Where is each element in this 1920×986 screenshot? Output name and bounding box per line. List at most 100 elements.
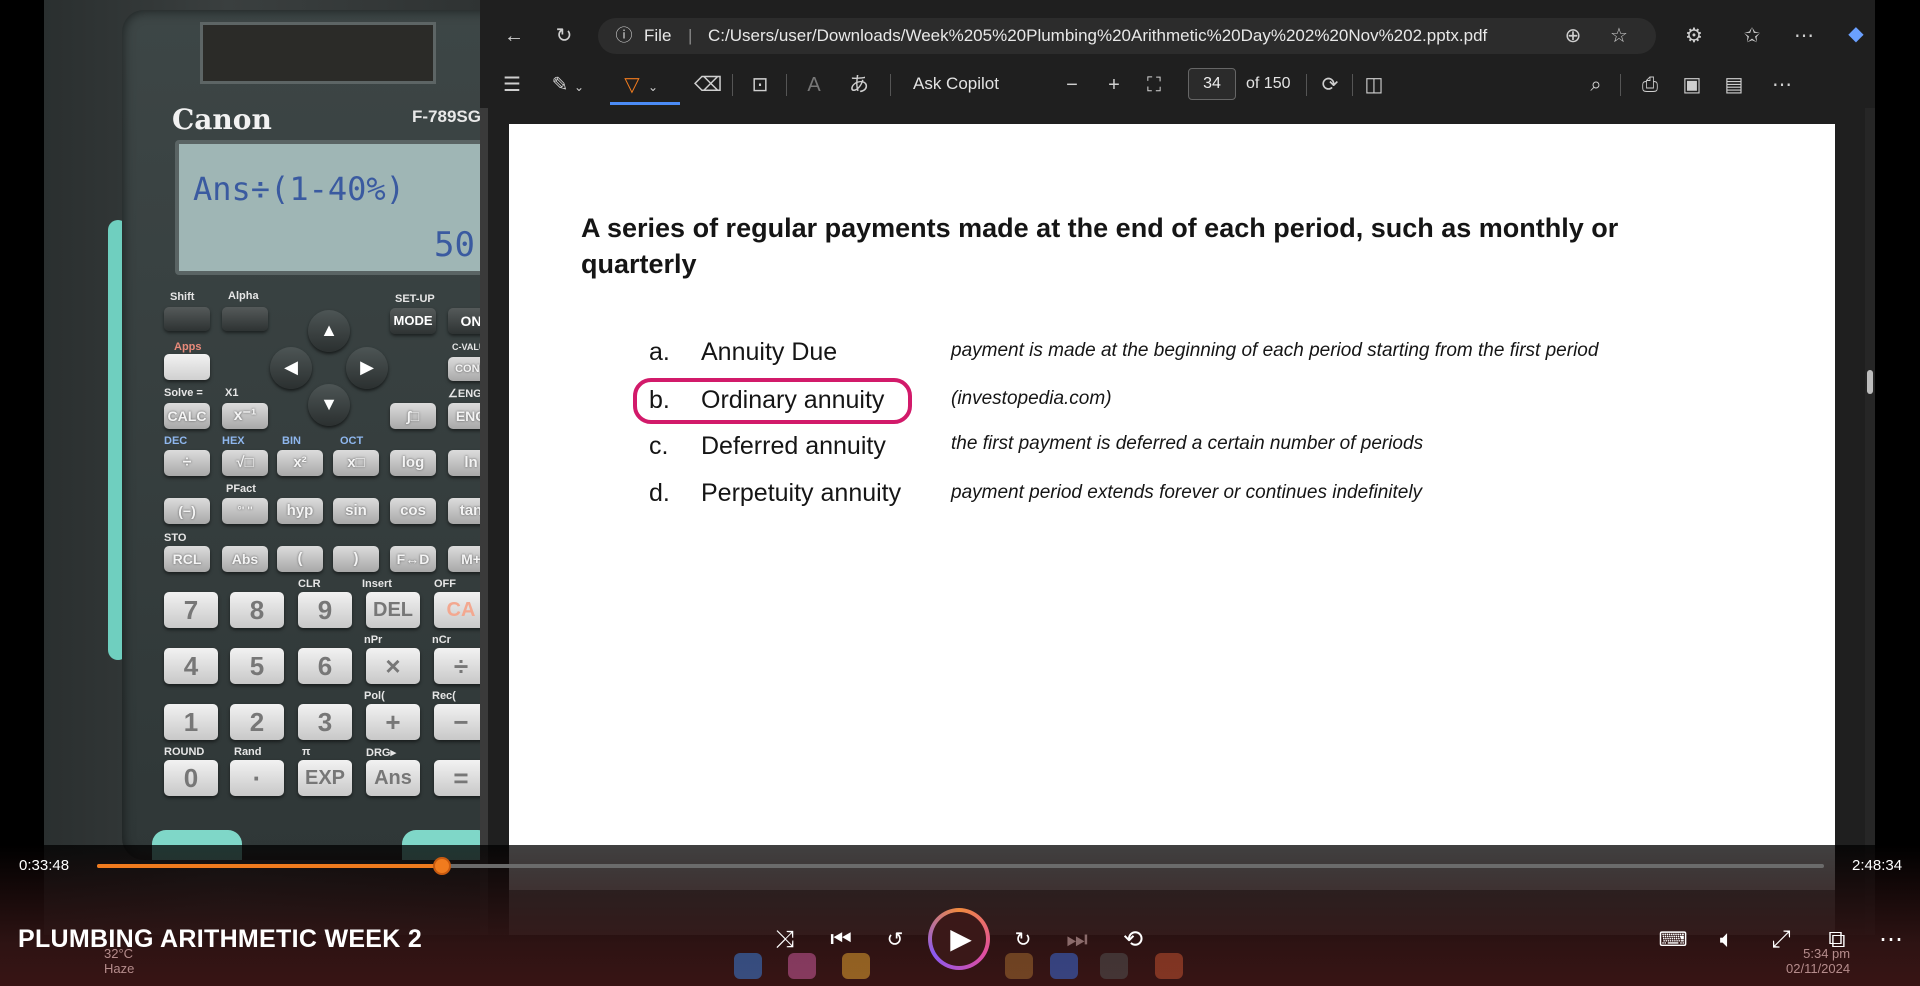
fraction-decimal-key[interactable]: F↔D xyxy=(390,546,436,572)
forward-30-icon[interactable]: ↻ xyxy=(1008,925,1038,955)
digit-9-key[interactable]: 9 xyxy=(298,592,352,628)
exp-key[interactable]: EXP xyxy=(298,760,352,796)
seek-bar[interactable] xyxy=(97,857,1824,875)
rcl-key[interactable]: RCL xyxy=(164,546,210,572)
save-icon[interactable]: ▣ xyxy=(1680,74,1704,96)
active-tool-indicator xyxy=(610,102,680,105)
fraction-key[interactable]: ∫□ xyxy=(390,403,436,429)
eraser-icon[interactable]: ⌫ xyxy=(694,74,722,96)
repeat-off-icon[interactable]: ⟲ xyxy=(1118,925,1148,955)
highlight-icon[interactable]: ▽ xyxy=(620,74,644,96)
address-prefix: File xyxy=(644,26,672,45)
refresh-icon[interactable]: ↻ xyxy=(552,25,576,47)
ncr-label: nCr xyxy=(432,634,451,646)
left-arrow-key[interactable]: ◀ xyxy=(270,347,312,389)
favorites-icon[interactable]: ✩ xyxy=(1740,25,1764,47)
square-key[interactable]: x² xyxy=(277,450,323,476)
digit-3-key[interactable]: 3 xyxy=(298,704,352,740)
fullscreen-icon[interactable]: ⤢ xyxy=(1766,925,1796,955)
alpha-key[interactable] xyxy=(222,307,268,331)
digit-1-key[interactable]: 1 xyxy=(164,704,218,740)
digit-0-key[interactable]: 0 xyxy=(164,760,218,796)
digit-6-key[interactable]: 6 xyxy=(298,648,352,684)
sin-key[interactable]: sin xyxy=(333,498,379,524)
apps-label: Apps xyxy=(174,341,202,353)
down-arrow-key[interactable]: ▼ xyxy=(308,384,350,426)
translate-icon[interactable]: あ xyxy=(846,74,872,96)
shuffle-icon[interactable]: ⤨ xyxy=(770,925,800,955)
cos-key[interactable]: cos xyxy=(390,498,436,524)
rewind-10-icon[interactable]: ↺ xyxy=(880,925,910,955)
calculator-display: Ans÷(1-40%) 50 xyxy=(175,140,489,275)
back-arrow-icon[interactable]: ← xyxy=(502,25,526,47)
save-as-icon[interactable]: ▤ xyxy=(1722,74,1746,96)
address-bar[interactable]: ⓘ File | C:/Users/user/Downloads/Week%20… xyxy=(598,18,1656,54)
page-number-input[interactable]: 34 xyxy=(1188,68,1236,100)
pdf-page: A series of regular payments made at the… xyxy=(509,124,1835,935)
draw-icon[interactable]: ✎ xyxy=(548,74,572,96)
shift-key[interactable] xyxy=(164,307,210,331)
plus-key[interactable]: + xyxy=(366,704,420,740)
open-paren-key[interactable]: ( xyxy=(277,546,323,572)
fit-page-icon[interactable]: ⛶ xyxy=(1142,74,1166,96)
dms-key[interactable]: °' '' xyxy=(222,498,268,524)
previous-track-icon[interactable]: ⏮ xyxy=(826,925,856,955)
extensions-icon[interactable]: ⚙ xyxy=(1682,25,1706,47)
delete-key[interactable]: DEL xyxy=(366,592,420,628)
right-arrow-key[interactable]: ▶ xyxy=(346,347,388,389)
next-track-icon[interactable]: ⏭ xyxy=(1062,925,1092,955)
negative-key[interactable]: (−) xyxy=(164,498,210,524)
more-options-icon[interactable]: ⋯ xyxy=(1876,925,1906,955)
zoom-icon[interactable]: ⊕ xyxy=(1562,25,1584,47)
option-note: payment period extends forever or contin… xyxy=(951,482,1423,503)
chevron-down-icon[interactable]: ⌄ xyxy=(646,76,660,98)
search-icon[interactable]: ⌕ xyxy=(1584,74,1608,96)
multiply-key[interactable]: × xyxy=(366,648,420,684)
digit-2-key[interactable]: 2 xyxy=(230,704,284,740)
digit-4-key[interactable]: 4 xyxy=(164,648,218,684)
address-divider: | xyxy=(688,26,693,45)
zoom-out-icon[interactable]: − xyxy=(1060,74,1084,96)
seek-handle[interactable] xyxy=(433,857,451,875)
info-icon[interactable]: ⓘ xyxy=(614,25,634,47)
play-button[interactable]: ▶ xyxy=(928,908,990,970)
ask-copilot-button[interactable]: Ask Copilot xyxy=(913,74,999,94)
decimal-point-key[interactable]: · xyxy=(230,760,284,796)
calc-key[interactable]: CALC xyxy=(164,403,210,429)
read-aloud-icon[interactable]: A xyxy=(802,74,826,96)
volume-icon[interactable]: 🔈︎ xyxy=(1712,925,1742,955)
page-view-icon[interactable]: ◫ xyxy=(1362,74,1386,96)
rotate-icon[interactable]: ⟳ xyxy=(1318,74,1342,96)
mode-key[interactable]: MODE xyxy=(390,308,436,334)
digit-8-key[interactable]: 8 xyxy=(230,592,284,628)
more-menu-icon[interactable]: ⋯ xyxy=(1792,25,1816,47)
favorite-star-icon[interactable]: ☆ xyxy=(1608,25,1630,47)
vertical-scrollbar[interactable] xyxy=(1865,108,1875,935)
close-paren-key[interactable]: ) xyxy=(333,546,379,572)
frac-divide-key[interactable]: ÷ xyxy=(164,450,210,476)
ans-key[interactable]: Ans xyxy=(366,760,420,796)
text-box-icon[interactable]: ⊡ xyxy=(748,74,772,96)
scrollbar-thumb[interactable] xyxy=(1867,370,1873,394)
option-letter: a. xyxy=(649,338,670,366)
contents-icon[interactable]: ☰ xyxy=(500,74,524,96)
power-key[interactable]: x□ xyxy=(333,450,379,476)
sqrt-key[interactable]: √□ xyxy=(222,450,268,476)
apps-key[interactable] xyxy=(164,354,210,380)
copilot-icon[interactable]: ◆ xyxy=(1842,23,1870,45)
mini-player-icon[interactable]: ⧉ xyxy=(1822,925,1852,955)
more-options-icon[interactable]: ⋯ xyxy=(1770,74,1794,96)
seek-progress xyxy=(97,864,442,868)
digit-5-key[interactable]: 5 xyxy=(230,648,284,684)
digit-7-key[interactable]: 7 xyxy=(164,592,218,628)
print-icon[interactable]: ⎙ xyxy=(1638,74,1662,96)
subtitles-icon[interactable]: ⌨ xyxy=(1658,925,1688,955)
xinverse-key[interactable]: x⁻¹ xyxy=(222,403,268,429)
abs-key[interactable]: Abs xyxy=(222,546,268,572)
option-text: Perpetuity annuity xyxy=(701,479,902,507)
log-key[interactable]: log xyxy=(390,450,436,476)
up-arrow-key[interactable]: ▲ xyxy=(308,310,350,352)
zoom-in-icon[interactable]: + xyxy=(1102,74,1126,96)
chevron-down-icon[interactable]: ⌄ xyxy=(572,76,586,98)
hyp-key[interactable]: hyp xyxy=(277,498,323,524)
